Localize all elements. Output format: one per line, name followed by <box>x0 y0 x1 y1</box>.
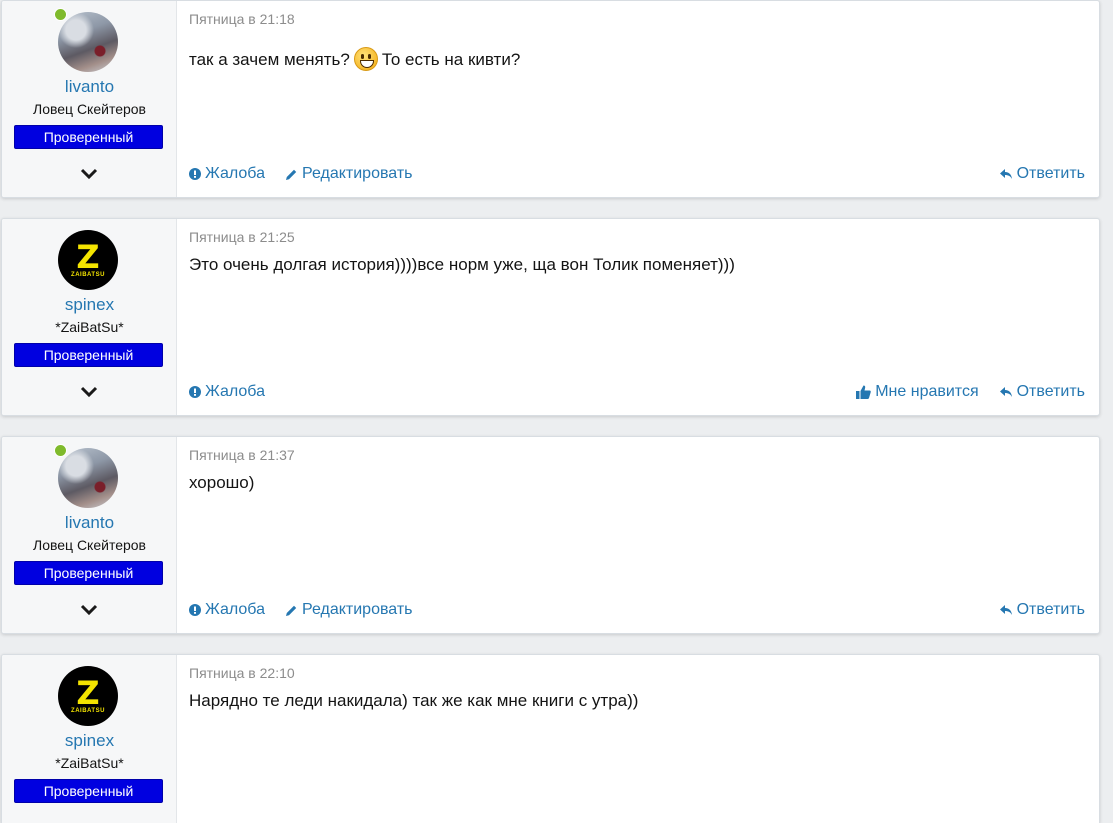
report-label: Жалоба <box>205 165 265 182</box>
reply-label: Ответить <box>1016 601 1085 618</box>
report-label: Жалоба <box>205 383 265 400</box>
user-title: Ловец Скейтеров <box>33 537 146 553</box>
report-button[interactable]: Жалоба <box>189 383 265 401</box>
reply-icon <box>999 387 1012 397</box>
report-button[interactable]: Жалоба <box>189 165 265 183</box>
post: livanto Ловец Скейтеров Проверенный Пятн… <box>1 436 1100 634</box>
post: Z ZAIBATSU spinex *ZaiBatSu* Проверенный… <box>1 654 1100 823</box>
post-actions-left: Жалоба Редактировать <box>189 601 413 619</box>
post-body: Пятница в 22:10 Нарядно те леди накидала… <box>177 655 1099 823</box>
like-label: Мне нравится <box>875 383 979 400</box>
edit-label: Редактировать <box>301 165 413 182</box>
avatar-logo-word: ZAIBATSU <box>71 707 105 714</box>
user-panel: Z ZAIBATSU spinex *ZaiBatSu* Проверенный <box>2 655 177 823</box>
message-text: так а зачем менять? <box>189 50 350 69</box>
thumbs-up-icon <box>856 385 872 399</box>
alert-icon <box>189 386 201 398</box>
message-text: Нарядно те леди накидала) так же как мне… <box>189 691 639 710</box>
post-body: Пятница в 21:37 хорошо) Жалоба Редактиро… <box>177 437 1099 633</box>
post-date[interactable]: Пятница в 21:37 <box>189 447 295 463</box>
message-text: То есть на кивти? <box>381 50 521 69</box>
online-indicator <box>54 444 67 457</box>
report-button[interactable]: Жалоба <box>189 601 265 619</box>
like-button[interactable]: Мне нравится <box>856 383 979 401</box>
post-actions-right: Мне нравится Ответить <box>856 383 1085 401</box>
verified-badge: Проверенный <box>14 561 163 585</box>
post-actions-right: Ответить <box>999 165 1085 183</box>
user-title: *ZaiBatSu* <box>55 319 124 335</box>
alert-icon <box>189 604 201 616</box>
user-panel: livanto Ловец Скейтеров Проверенный <box>2 437 177 633</box>
verified-badge: Проверенный <box>14 779 163 803</box>
avatar-logo-word: ZAIBATSU <box>71 271 105 278</box>
post-actions-right: Ответить <box>999 601 1085 619</box>
post-date[interactable]: Пятница в 22:10 <box>189 665 295 681</box>
avatar[interactable]: Z ZAIBATSU <box>58 230 118 290</box>
post-date[interactable]: Пятница в 21:18 <box>189 11 295 27</box>
edit-button[interactable]: Редактировать <box>285 601 413 619</box>
username[interactable]: livanto <box>2 513 177 533</box>
chevron-down-icon[interactable] <box>80 603 98 617</box>
verified-badge: Проверенный <box>14 125 163 149</box>
edit-label: Редактировать <box>301 601 413 618</box>
chevron-down-icon[interactable] <box>80 167 98 181</box>
avatar-logo-letter: Z <box>76 673 100 712</box>
chevron-down-icon[interactable] <box>80 385 98 399</box>
verified-badge: Проверенный <box>14 343 163 367</box>
avatar[interactable] <box>58 448 118 508</box>
user-panel: Z ZAIBATSU spinex *ZaiBatSu* Проверенный <box>2 219 177 415</box>
reply-label: Ответить <box>1016 383 1085 400</box>
reply-button[interactable]: Ответить <box>999 383 1085 401</box>
pencil-icon <box>285 605 297 616</box>
post-body: Пятница в 21:25 Это очень долгая история… <box>177 219 1099 415</box>
avatar[interactable] <box>58 12 118 72</box>
reply-button[interactable]: Ответить <box>999 601 1085 619</box>
reply-icon <box>999 605 1012 615</box>
message-text: Это очень долгая история))))все норм уже… <box>189 255 735 274</box>
username[interactable]: spinex <box>2 731 177 751</box>
post: Z ZAIBATSU spinex *ZaiBatSu* Проверенный… <box>1 218 1100 416</box>
reply-icon <box>999 169 1012 179</box>
user-title: Ловец Скейтеров <box>33 101 146 117</box>
post-date[interactable]: Пятница в 21:25 <box>189 229 295 245</box>
post-message: так а зачем менять? То есть на кивти? <box>189 47 520 71</box>
post: livanto Ловец Скейтеров Проверенный Пятн… <box>1 0 1100 198</box>
user-title: *ZaiBatSu* <box>55 755 124 771</box>
post-body: Пятница в 21:18 так а зачем менять? То ес… <box>177 1 1099 197</box>
username[interactable]: spinex <box>2 295 177 315</box>
alert-icon <box>189 168 201 180</box>
grinning-face-icon <box>353 47 378 71</box>
post-actions-left: Жалоба Редактировать <box>189 165 413 183</box>
edit-button[interactable]: Редактировать <box>285 165 413 183</box>
username[interactable]: livanto <box>2 77 177 97</box>
user-panel: livanto Ловец Скейтеров Проверенный <box>2 1 177 197</box>
pencil-icon <box>285 169 297 180</box>
avatar[interactable]: Z ZAIBATSU <box>58 666 118 726</box>
post-actions-left: Жалоба <box>189 383 265 401</box>
avatar-logo-letter: Z <box>76 237 100 276</box>
online-indicator <box>54 8 67 21</box>
reply-button[interactable]: Ответить <box>999 165 1085 183</box>
report-label: Жалоба <box>205 601 265 618</box>
reply-label: Ответить <box>1016 165 1085 182</box>
message-text: хорошо) <box>189 473 255 492</box>
